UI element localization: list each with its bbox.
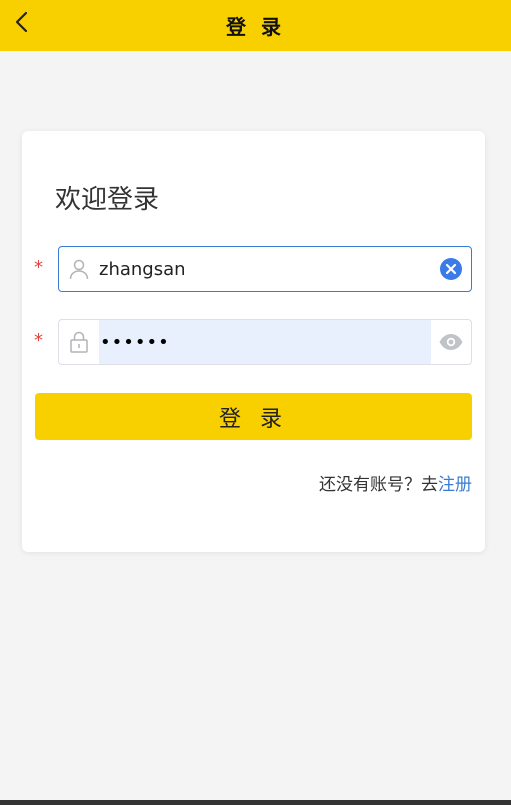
- page-title: 登 录: [226, 15, 285, 39]
- username-field[interactable]: zhangsan: [58, 246, 472, 292]
- lock-icon: [59, 320, 99, 364]
- register-prompt-text: 还没有账号？去: [319, 475, 438, 495]
- login-button[interactable]: 登 录: [35, 393, 472, 440]
- eye-icon[interactable]: [431, 320, 471, 364]
- user-icon: [59, 247, 99, 291]
- required-mark-username: *: [34, 257, 43, 278]
- welcome-heading: 欢迎登录: [55, 185, 160, 215]
- register-link[interactable]: 注册: [438, 475, 472, 495]
- back-button[interactable]: [10, 8, 32, 36]
- bottom-bar: [0, 800, 511, 805]
- username-input[interactable]: zhangsan: [99, 247, 431, 291]
- register-prompt: 还没有账号？去注册: [319, 470, 472, 495]
- password-field[interactable]: ••••••: [58, 319, 472, 365]
- login-card: 欢迎登录 * zhangsan * •••••• 登 录 还没有账号？去注册: [22, 131, 485, 552]
- clear-icon[interactable]: [431, 247, 471, 291]
- password-input[interactable]: ••••••: [99, 320, 431, 364]
- required-mark-password: *: [34, 330, 43, 351]
- chevron-left-icon: [15, 11, 28, 33]
- app-header: 登 录: [0, 0, 511, 51]
